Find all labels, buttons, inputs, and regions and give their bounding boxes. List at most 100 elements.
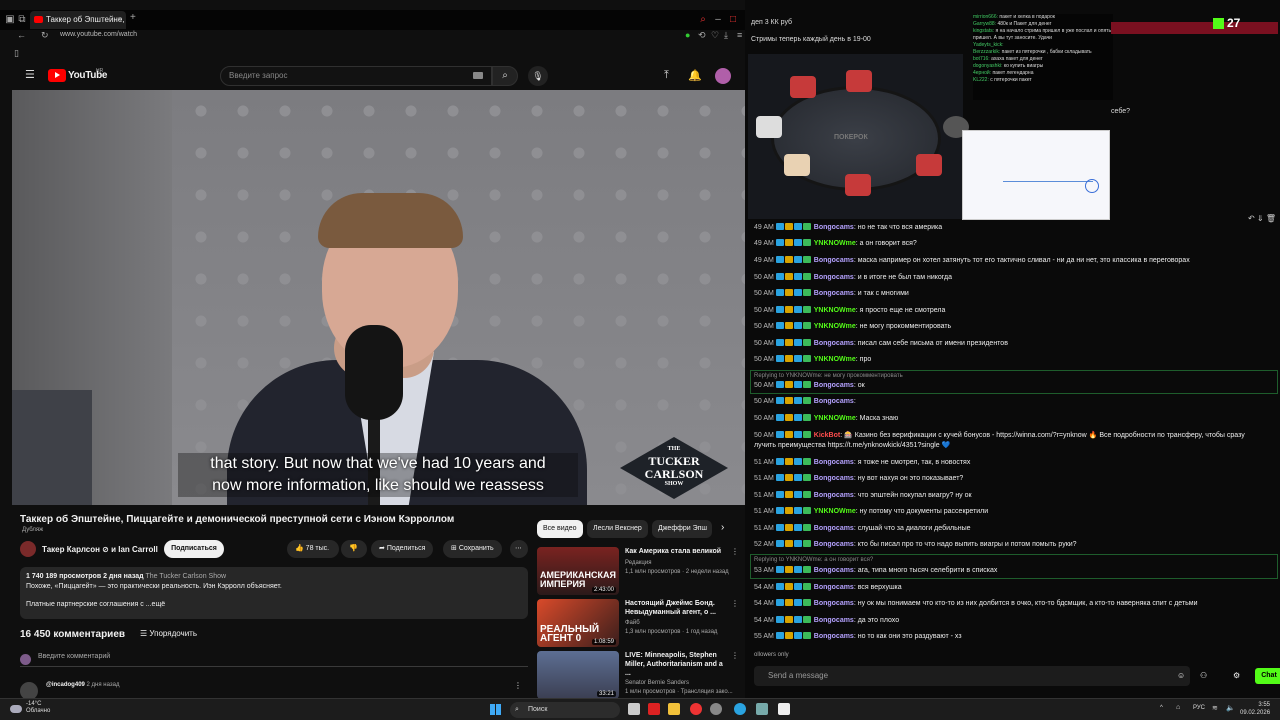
description-box[interactable]: 1 740 189 просмотров 2 дня назад The Tuc… [20,567,528,619]
chat-username[interactable]: Bongocams [814,398,854,405]
account-avatar[interactable] [715,68,731,84]
language-indicator[interactable]: РУС [1193,705,1205,711]
task-view-icon[interactable] [628,703,640,715]
reload-icon[interactable]: ↻ [41,30,49,41]
chrome-icon[interactable] [710,703,722,715]
recommendation-item[interactable]: АМЕРИКАНСКАЯ ИМПЕРИЯ 2:43:00 Как Америка… [537,547,739,595]
tray-chevron-icon[interactable]: ^ [1160,705,1163,711]
channel-avatar[interactable] [20,541,36,557]
chat-username[interactable]: Bongocams [814,617,854,624]
hamburger-icon[interactable]: ☰ [25,68,35,81]
chat-username[interactable]: Bongocams [814,492,854,499]
chat-message-input[interactable]: Send a message [754,666,1190,686]
chat-username[interactable]: Bongocams [814,459,854,466]
tab-list-icon[interactable]: ⧉ [16,14,28,26]
recommendation-title[interactable]: LIVE: Minneapolis, Stephen Miller, Autho… [625,651,730,678]
recommendation-title[interactable]: Настоящий Джеймс Бонд. Невыдуманный аген… [625,599,730,617]
chevron-right-icon[interactable]: › [721,522,724,533]
maximize-icon[interactable]: □ [727,14,739,26]
back-icon[interactable]: ← [17,30,26,40]
search-input[interactable]: Введите запрос [220,66,492,86]
new-tab-icon[interactable]: + [130,12,136,23]
comment-menu-icon[interactable]: ⋮ [514,681,522,690]
chat-username[interactable]: Bongocams [814,584,854,591]
chat-username[interactable]: Bongocams [814,340,854,347]
chat-username[interactable]: KickBot [814,432,840,439]
description-more-link[interactable]: ...ещё [146,601,165,608]
workspace-icon[interactable]: ▣ [4,14,16,26]
subscribe-button[interactable]: Подписаться [164,540,224,558]
chat-username[interactable]: YNKNOWme [814,307,856,314]
like-button[interactable]: 👍 78 тыс. [287,540,339,558]
minimize-icon[interactable]: – [712,14,724,26]
description-source[interactable]: The Tucker Carlson Show [146,573,227,580]
more-options-icon[interactable]: ⋮ [731,599,739,608]
dubbing-label[interactable]: Дубляж [22,527,43,533]
notifications-icon[interactable]: 🔔 [688,69,702,82]
keyboard-icon[interactable] [473,72,483,79]
video-thumbnail[interactable]: АМЕРИКАНСКАЯ ИМПЕРИЯ 2:43:00 [537,547,619,595]
vpn-icon[interactable]: ⟲ [698,30,706,41]
bookmark-icon[interactable]: ♡ [711,30,719,41]
extension-icon[interactable]: ● [685,30,690,40]
weather-icon[interactable] [10,705,22,713]
download-icon[interactable]: ⤓ [724,30,728,41]
weather-widget[interactable]: -14°C Облачно [26,701,50,715]
chat-username[interactable]: Bongocams [814,290,854,297]
video-thumbnail[interactable]: 33:21 [537,651,619,698]
comment-author[interactable]: @incadog409 [46,682,85,688]
chat-username[interactable]: YNKNOWme [814,415,856,422]
browser-tab-youtube[interactable]: Таккер об Эпштейне, × [30,11,126,29]
network-icon[interactable]: ⌂ [1176,704,1180,711]
chat-username[interactable]: Bongocams [814,600,854,607]
telegram-icon[interactable] [734,703,746,715]
chip-epstein[interactable]: Джеффри Эпш [652,520,712,538]
save-button[interactable]: ⊞ Сохранить [443,540,502,558]
youtube-logo-icon[interactable] [48,69,66,82]
windows-start-icon[interactable] [490,704,501,715]
recommendation-item[interactable]: 33:21 LIVE: Minneapolis, Stephen Miller,… [537,651,739,698]
more-options-icon[interactable]: ⋮ [731,547,739,556]
recommendation-channel[interactable]: Senator Bernie Sanders [625,679,737,687]
taskbar-search[interactable]: ⌕ Поиск [510,702,620,718]
url-field[interactable]: www.youtube.com/watch [60,31,137,38]
capcut-icon[interactable] [778,703,790,715]
dislike-button[interactable]: 👎 [341,540,367,558]
chat-username[interactable]: YNKNOWme [814,356,856,363]
more-options-icon[interactable]: ⋮ [731,651,739,660]
page-icon[interactable]: ▯ [14,48,19,59]
share-button[interactable]: ➦ Поделиться [371,540,434,558]
close-tab-icon[interactable]: × [117,11,122,29]
recommendation-channel[interactable]: Файб [625,619,737,627]
file-explorer-icon[interactable] [668,703,680,715]
wifi-icon[interactable]: ≋ [1212,704,1218,712]
chat-username[interactable]: Bongocams [814,224,854,231]
recommendation-title[interactable]: Как Америка стала великой [625,547,730,556]
opera-icon[interactable] [648,703,660,715]
volume-icon[interactable]: 🔈 [1226,704,1235,712]
menu-icon[interactable]: ≡ [737,30,742,40]
more-actions-button[interactable]: ⋯ [510,540,528,558]
microphone-icon[interactable]: 🎙 [528,66,548,86]
chat-send-button[interactable]: Chat [1255,668,1280,684]
channel-name[interactable]: Такер Карлсон ⊘ и Ian Carroll [42,545,158,554]
emoji-icon[interactable]: ☺ [1177,671,1185,680]
video-player[interactable]: THE TUCKER CARLSON SHOW that story. But … [12,90,745,505]
chip-wexner[interactable]: Лесли Векснер [587,520,648,538]
chat-username[interactable]: Bongocams [814,257,854,264]
system-clock[interactable]: 3:55 09.02.2026 [1240,701,1270,717]
search-icon[interactable]: ⌕ [492,66,518,86]
search-tabs-icon[interactable]: ⌕ [697,14,709,26]
yandex-icon[interactable] [690,703,702,715]
recommendation-item[interactable]: РЕАЛЬНЫЙ АГЕНТ 0 1:08:59 Настоящий Джейм… [537,599,739,647]
app-icon[interactable] [756,703,768,715]
chat-username[interactable]: YNKNOWme [814,240,856,247]
chat-username[interactable]: Bongocams [814,274,854,281]
chat-username[interactable]: Bongocams [814,633,854,640]
upload-icon[interactable]: ⤒ [664,69,669,82]
recommendation-channel[interactable]: Редакция [625,559,737,567]
chat-username[interactable]: Bongocams [814,475,854,482]
sort-comments-button[interactable]: ☰ Упорядочить [140,629,197,638]
chat-username[interactable]: Bongocams [814,541,854,548]
video-thumbnail[interactable]: РЕАЛЬНЫЙ АГЕНТ 0 1:08:59 [537,599,619,647]
